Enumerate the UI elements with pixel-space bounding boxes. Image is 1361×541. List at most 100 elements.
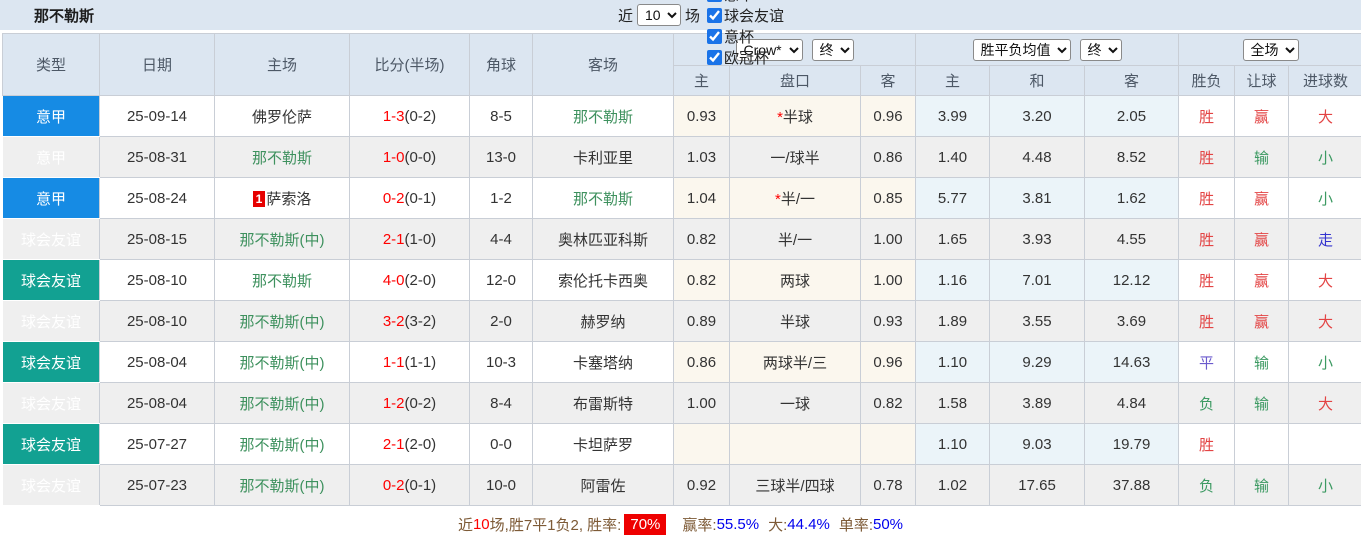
footer-summary: 场,胜7平1负2, 胜率: [489,516,622,534]
col-header-date: 日期 [99,33,215,96]
avg-lose-odds-cell: 19.79 [1084,423,1180,465]
footer-prefix: 近 [457,516,473,534]
away-team-name: 阿雷佐 [580,477,626,495]
handicap-cell [729,423,861,465]
handicap-result-cell: 输 [1234,341,1290,383]
odds-away-cell: 0.85 [859,177,917,219]
score-cell: 1-2(0-2) [349,382,470,424]
half-time-score: (0-1) [404,476,437,494]
home-team-name: 那不勒斯 [251,272,312,290]
match-date: 25-08-24 [99,177,215,219]
table-row: 意甲 25-08-31 那不勒斯 1-0(0-0) 13-0 卡利亚里 1.03 一/球半 0.… [2,136,1361,178]
odds-time-select[interactable]: 终 [811,38,854,61]
filter-label: 欧冠杯 [724,49,770,67]
result-text: 胜 [1199,190,1215,208]
avg-lose-odds-cell: 2.05 [1084,95,1180,137]
score-cell: 3-2(3-2) [349,300,470,342]
odds-home-cell: 0.92 [673,464,730,506]
half-time-score: (2-0) [404,271,437,289]
match-date: 25-09-14 [99,95,215,137]
subcol-handicap-result: 让球 [1234,65,1290,96]
subcol-handicap: 盘口 [729,65,861,96]
competition-type-badge: 球会友谊 [2,382,100,424]
handicap-text: 半/一 [780,190,815,208]
corners-cell: 1-2 [469,177,533,219]
goals-result-text: 小 [1318,477,1334,495]
win-rate-badge: 70% [624,513,667,535]
table-row: 球会友谊 25-07-27 那不勒斯(中) 2-1(2-0) 0-0 卡坦萨罗 1.10 9.… [2,423,1361,465]
rank-badge: 1 [252,190,266,207]
odds-away-cell [859,423,917,465]
odds-away-cell: 1.00 [859,218,917,260]
result-text: 胜 [1199,313,1215,331]
home-team: 那不勒斯(中) [214,423,350,465]
odds-home-cell: 0.82 [673,259,730,301]
odds-home-cell: 0.86 [673,341,730,383]
avg-draw-odds-cell: 3.81 [989,177,1086,219]
avg-time-select[interactable]: 终 [1079,38,1122,61]
checkbox-icon[interactable] [707,7,723,23]
home-team: 那不勒斯(中) [214,382,350,424]
table-row: 球会友谊 25-08-04 那不勒斯(中) 1-1(1-1) 10-3 卡塞塔纳 0.86 两… [2,341,1361,383]
handicap-result-text: 赢 [1254,190,1270,208]
away-team: 那不勒斯 [532,177,674,219]
away-team-name: 那不勒斯 [572,108,633,126]
goals-result-cell: 大 [1288,382,1361,424]
goals-result-text: 小 [1318,354,1334,372]
handicap-cell: 两球半/三 [729,341,861,383]
odds-home-cell: 0.89 [673,300,730,342]
avg-draw-odds-cell: 3.55 [989,300,1086,342]
avg-odds-select[interactable]: 胜平负均值 [972,38,1071,61]
handicap-result-cell: 赢 [1234,300,1290,342]
goals-result-text: 小 [1318,149,1334,167]
avg-win-odds-cell: 1.40 [915,136,991,178]
scope-select[interactable]: 全场 [1242,38,1299,61]
filter-checkbox-4[interactable]: 意杯 [700,26,784,47]
result-text: 胜 [1199,436,1215,454]
result-text: 负 [1199,477,1215,495]
result-cell: 胜 [1178,259,1236,301]
home-team-name: 那不勒斯(中) [239,354,325,372]
filter-label: 意杯 [724,28,755,46]
away-team: 阿雷佐 [532,464,674,506]
competition-type-badge: 球会友谊 [2,341,100,383]
avg-win-odds-cell: 1.10 [915,423,991,465]
home-team: 那不勒斯 [214,259,350,301]
avg-lose-odds-cell: 14.63 [1084,341,1180,383]
subcol-avg-win: 主 [915,65,991,96]
filter-checkbox-5[interactable]: 欧冠杯 [700,47,784,68]
checkbox-icon[interactable] [707,28,723,44]
checkbox-icon[interactable] [707,0,723,2]
header-group-row: 类型 日期 主场 比分(半场) 角球 客场 Crow* 终 胜平负均值 终 全场 [2,33,1361,96]
goals-result-cell: 小 [1288,177,1361,219]
home-team-name: 那不勒斯 [251,149,312,167]
goals-result-cell: 大 [1288,95,1361,137]
handicap-result-cell: 赢 [1234,95,1290,137]
goals-result-cell: 走 [1288,218,1361,260]
home-team: 那不勒斯(中) [214,300,350,342]
handicap-rate-label: 赢率: [682,516,717,534]
table-row: 球会友谊 25-08-04 那不勒斯(中) 1-2(0-2) 8-4 布雷斯特 1.00 一球… [2,382,1361,424]
full-time-score: 2-1 [382,230,405,248]
handicap-result-cell: 输 [1234,136,1290,178]
home-team-name: 萨索洛 [266,190,312,208]
checkbox-icon[interactable] [707,49,723,65]
single-rate-label: 单率: [838,516,873,534]
odds-home-cell: 1.00 [673,382,730,424]
score-cell: 1-0(0-0) [349,136,470,178]
avg-draw-odds-cell: 9.03 [989,423,1086,465]
col-header-score: 比分(半场) [349,33,470,96]
filter-checkbox-3[interactable]: 球会友谊 [700,5,784,26]
footer-count: 10 [472,515,490,533]
odds-away-cell: 0.96 [859,95,917,137]
recent-count-select[interactable]: 10 [637,4,682,26]
subcol-avg-lose: 客 [1084,65,1180,96]
odds-home-cell: 0.82 [673,218,730,260]
avg-lose-odds-cell: 37.88 [1084,464,1180,506]
competition-type-badge: 意甲 [2,177,100,219]
odds-away-cell: 0.93 [859,300,917,342]
full-time-score: 2-1 [382,435,405,453]
odds-home-cell: 0.93 [673,95,730,137]
score-cell: 2-1(1-0) [349,218,470,260]
home-team: 那不勒斯 [214,136,350,178]
